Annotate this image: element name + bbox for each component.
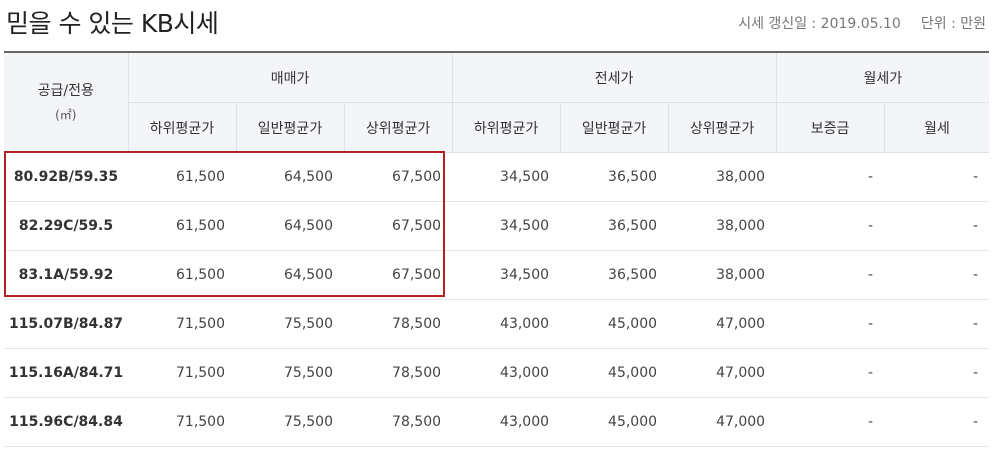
jeonse-high-cell: 38,000: [668, 250, 777, 300]
update-date: 시세 갱신일 : 2019.05.10: [738, 16, 901, 32]
deposit-cell: -: [776, 397, 885, 447]
monthly-rent-header: 월세가: [776, 51, 990, 103]
sale-low-cell: 61,500: [128, 152, 236, 202]
sale-mid-cell: 75,500: [236, 348, 344, 398]
table-row: 80.92B/59.35 61,500 64,500 67,500 34,500…: [4, 152, 990, 202]
area-cell: 115.96C/84.84: [4, 397, 128, 447]
jeonse-low-cell: 43,000: [452, 397, 561, 447]
table-row: 82.29C/59.5 61,500 64,500 67,500 34,500 …: [4, 201, 990, 251]
kb-price-table: 공급/전용 (㎡) 매매가 전세가 월세가 하위평균가 일반평균가 상위평균가 …: [4, 51, 990, 447]
supply-area-unit: (㎡): [55, 107, 77, 122]
sale-mid-cell: 64,500: [236, 201, 344, 251]
area-cell: 115.16A/84.71: [4, 348, 128, 398]
jeonse-mid-header: 일반평균가: [560, 102, 669, 153]
sale-low-cell: 71,500: [128, 348, 236, 398]
jeonse-low-header: 하위평균가: [452, 102, 561, 153]
sale-mid-cell: 64,500: [236, 250, 344, 300]
jeonse-low-cell: 34,500: [452, 201, 561, 251]
monthly-cell: -: [884, 348, 990, 398]
sale-mid-cell: 64,500: [236, 152, 344, 202]
deposit-header: 보증금: [776, 102, 885, 153]
jeonse-high-header: 상위평균가: [668, 102, 777, 153]
sale-high-header: 상위평균가: [344, 102, 453, 153]
table-row: 115.07B/84.87 71,500 75,500 78,500 43,00…: [4, 299, 990, 349]
jeonse-high-cell: 47,000: [668, 299, 777, 349]
jeonse-mid-cell: 36,500: [560, 201, 669, 251]
monthly-rent-subheader: 월세: [884, 102, 990, 153]
monthly-cell: -: [884, 397, 990, 447]
deposit-cell: -: [776, 250, 885, 300]
jeonse-mid-cell: 36,500: [560, 250, 669, 300]
monthly-cell: -: [884, 152, 990, 202]
area-cell: 82.29C/59.5: [4, 201, 128, 251]
sale-low-cell: 61,500: [128, 201, 236, 251]
jeonse-low-cell: 43,000: [452, 348, 561, 398]
sale-high-cell: 78,500: [344, 348, 453, 398]
deposit-cell: -: [776, 152, 885, 202]
sale-high-cell: 67,500: [344, 201, 453, 251]
unit-label: 단위 : 만원: [920, 16, 986, 32]
jeonse-mid-cell: 45,000: [560, 397, 669, 447]
deposit-cell: -: [776, 348, 885, 398]
sale-mid-cell: 75,500: [236, 397, 344, 447]
jeonse-price-header: 전세가: [452, 51, 777, 103]
jeonse-high-cell: 38,000: [668, 201, 777, 251]
supply-area-header: 공급/전용 (㎡): [4, 51, 129, 153]
sale-price-header: 매매가: [128, 51, 453, 103]
sale-high-cell: 67,500: [344, 250, 453, 300]
jeonse-mid-cell: 36,500: [560, 152, 669, 202]
monthly-cell: -: [884, 201, 990, 251]
sale-high-cell: 67,500: [344, 152, 453, 202]
jeonse-high-cell: 38,000: [668, 152, 777, 202]
supply-area-label: 공급/전용: [37, 82, 94, 99]
page-title: 믿을 수 있는 KB시세: [6, 9, 219, 38]
table-row: 115.16A/84.71 71,500 75,500 78,500 43,00…: [4, 348, 990, 398]
jeonse-mid-cell: 45,000: [560, 348, 669, 398]
sale-high-cell: 78,500: [344, 397, 453, 447]
monthly-cell: -: [884, 299, 990, 349]
sale-high-cell: 78,500: [344, 299, 453, 349]
area-cell: 83.1A/59.92: [4, 250, 128, 300]
sale-low-cell: 71,500: [128, 299, 236, 349]
area-cell: 115.07B/84.87: [4, 299, 128, 349]
table-row: 115.96C/84.84 71,500 75,500 78,500 43,00…: [4, 397, 990, 447]
sale-mid-header: 일반평균가: [236, 102, 345, 153]
jeonse-low-cell: 34,500: [452, 152, 561, 202]
sale-low-cell: 61,500: [128, 250, 236, 300]
deposit-cell: -: [776, 299, 885, 349]
page-header: 믿을 수 있는 KB시세 시세 갱신일 : 2019.05.10 단위 : 만원: [0, 0, 994, 50]
meta-info: 시세 갱신일 : 2019.05.10 단위 : 만원: [738, 13, 986, 33]
jeonse-low-cell: 43,000: [452, 299, 561, 349]
sale-low-cell: 71,500: [128, 397, 236, 447]
jeonse-mid-cell: 45,000: [560, 299, 669, 349]
deposit-cell: -: [776, 201, 885, 251]
jeonse-low-cell: 34,500: [452, 250, 561, 300]
area-cell: 80.92B/59.35: [4, 152, 128, 202]
sale-mid-cell: 75,500: [236, 299, 344, 349]
monthly-cell: -: [884, 250, 990, 300]
table-row: 83.1A/59.92 61,500 64,500 67,500 34,500 …: [4, 250, 990, 300]
jeonse-high-cell: 47,000: [668, 397, 777, 447]
jeonse-high-cell: 47,000: [668, 348, 777, 398]
sale-low-header: 하위평균가: [128, 102, 237, 153]
